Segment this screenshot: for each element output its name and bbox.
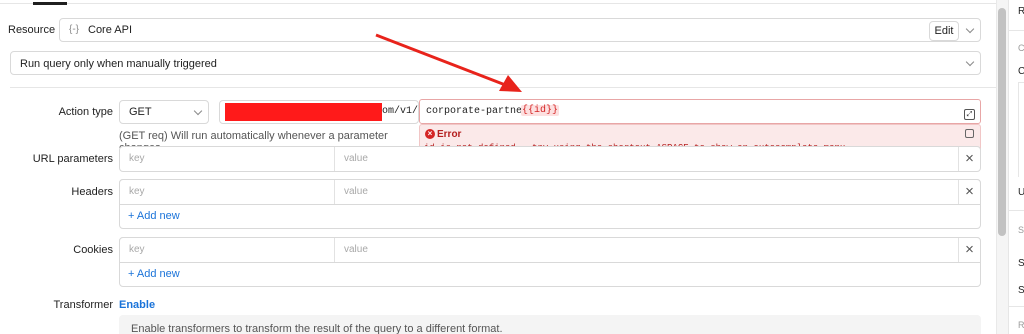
arrow-shaft	[375, 33, 509, 88]
cookie-row: key value ×	[119, 237, 981, 263]
right-panel-label: U	[1018, 187, 1024, 198]
add-cookie-button[interactable]: + Add new	[128, 268, 180, 280]
right-panel-label: S	[1018, 285, 1024, 296]
annotation-arrow	[375, 33, 522, 92]
scrollbar-thumb[interactable]	[998, 8, 1006, 236]
action-type-label: Action type	[58, 106, 113, 118]
chevron-down-icon	[965, 24, 975, 34]
right-panel-label: S	[1018, 258, 1024, 269]
redacted-region	[225, 103, 382, 121]
transformer-label: Transformer	[53, 299, 114, 311]
right-panel-box-edge	[1018, 82, 1019, 177]
right-panel-divider	[1009, 30, 1024, 31]
right-panel-label: S	[1018, 225, 1024, 235]
url-param-value-input[interactable]: value	[335, 147, 959, 171]
tab-strip-border	[0, 0, 996, 4]
api-braces-icon: {-}	[69, 24, 80, 35]
cookies-label: Cookies	[73, 244, 113, 256]
right-panel-label: R	[1018, 320, 1024, 330]
error-title: Error	[437, 129, 462, 140]
headers-label: Headers	[71, 186, 113, 198]
chevron-down-icon	[193, 106, 203, 116]
right-panel-label: R	[1018, 6, 1024, 17]
header-key-input[interactable]: key	[120, 180, 334, 204]
error-icon: ×	[425, 129, 435, 139]
header-row: key value ×	[119, 179, 981, 205]
edit-resource-button[interactable]: Edit	[929, 21, 959, 41]
close-icon[interactable]: ×	[958, 238, 980, 262]
url-parameter-row: key value ×	[119, 146, 981, 172]
url-path-template-error: {{id}}	[521, 105, 560, 116]
trigger-mode-value: Run query only when manually triggered	[20, 58, 217, 70]
cookie-key-input[interactable]: key	[120, 238, 334, 262]
resource-label: Resource	[8, 24, 56, 36]
close-icon[interactable]: ×	[958, 180, 980, 204]
active-tab-indicator	[33, 2, 67, 5]
close-icon[interactable]: ×	[958, 147, 980, 171]
base-url-field: om/v1/	[219, 100, 419, 124]
cookies-group: key value × + Add new	[119, 237, 981, 287]
expand-editor-icon[interactable]: ⤢	[964, 109, 975, 120]
http-method-value: GET	[129, 106, 152, 118]
transformer-info-box: Enable transformers to transform the res…	[119, 315, 981, 334]
http-method-select[interactable]: GET	[119, 100, 209, 124]
header-value-input[interactable]: value	[335, 180, 959, 204]
chevron-down-icon	[965, 57, 975, 67]
right-panel-divider	[1009, 210, 1024, 211]
cookie-value-input[interactable]: value	[335, 238, 959, 262]
url-param-key-input[interactable]: key	[120, 147, 334, 171]
url-parameters-label: URL parameters	[32, 153, 113, 165]
right-panel-label: C	[1018, 66, 1024, 77]
right-panel-divider	[1009, 306, 1024, 307]
transformer-description: Enable transformers to transform the res…	[131, 323, 503, 334]
right-panel-label: C	[1018, 43, 1024, 53]
headers-group: key value × + Add new	[119, 179, 981, 229]
copy-icon[interactable]	[965, 129, 974, 138]
right-panel-border	[1008, 0, 1009, 334]
enable-transformer-link[interactable]: Enable	[119, 299, 155, 311]
resource-value: Core API	[88, 24, 133, 36]
url-path-input[interactable]: corporate-partners/ {{id}} ⤢	[419, 99, 981, 124]
add-header-button[interactable]: + Add new	[128, 210, 180, 222]
base-url-suffix: om/v1/	[382, 106, 419, 117]
